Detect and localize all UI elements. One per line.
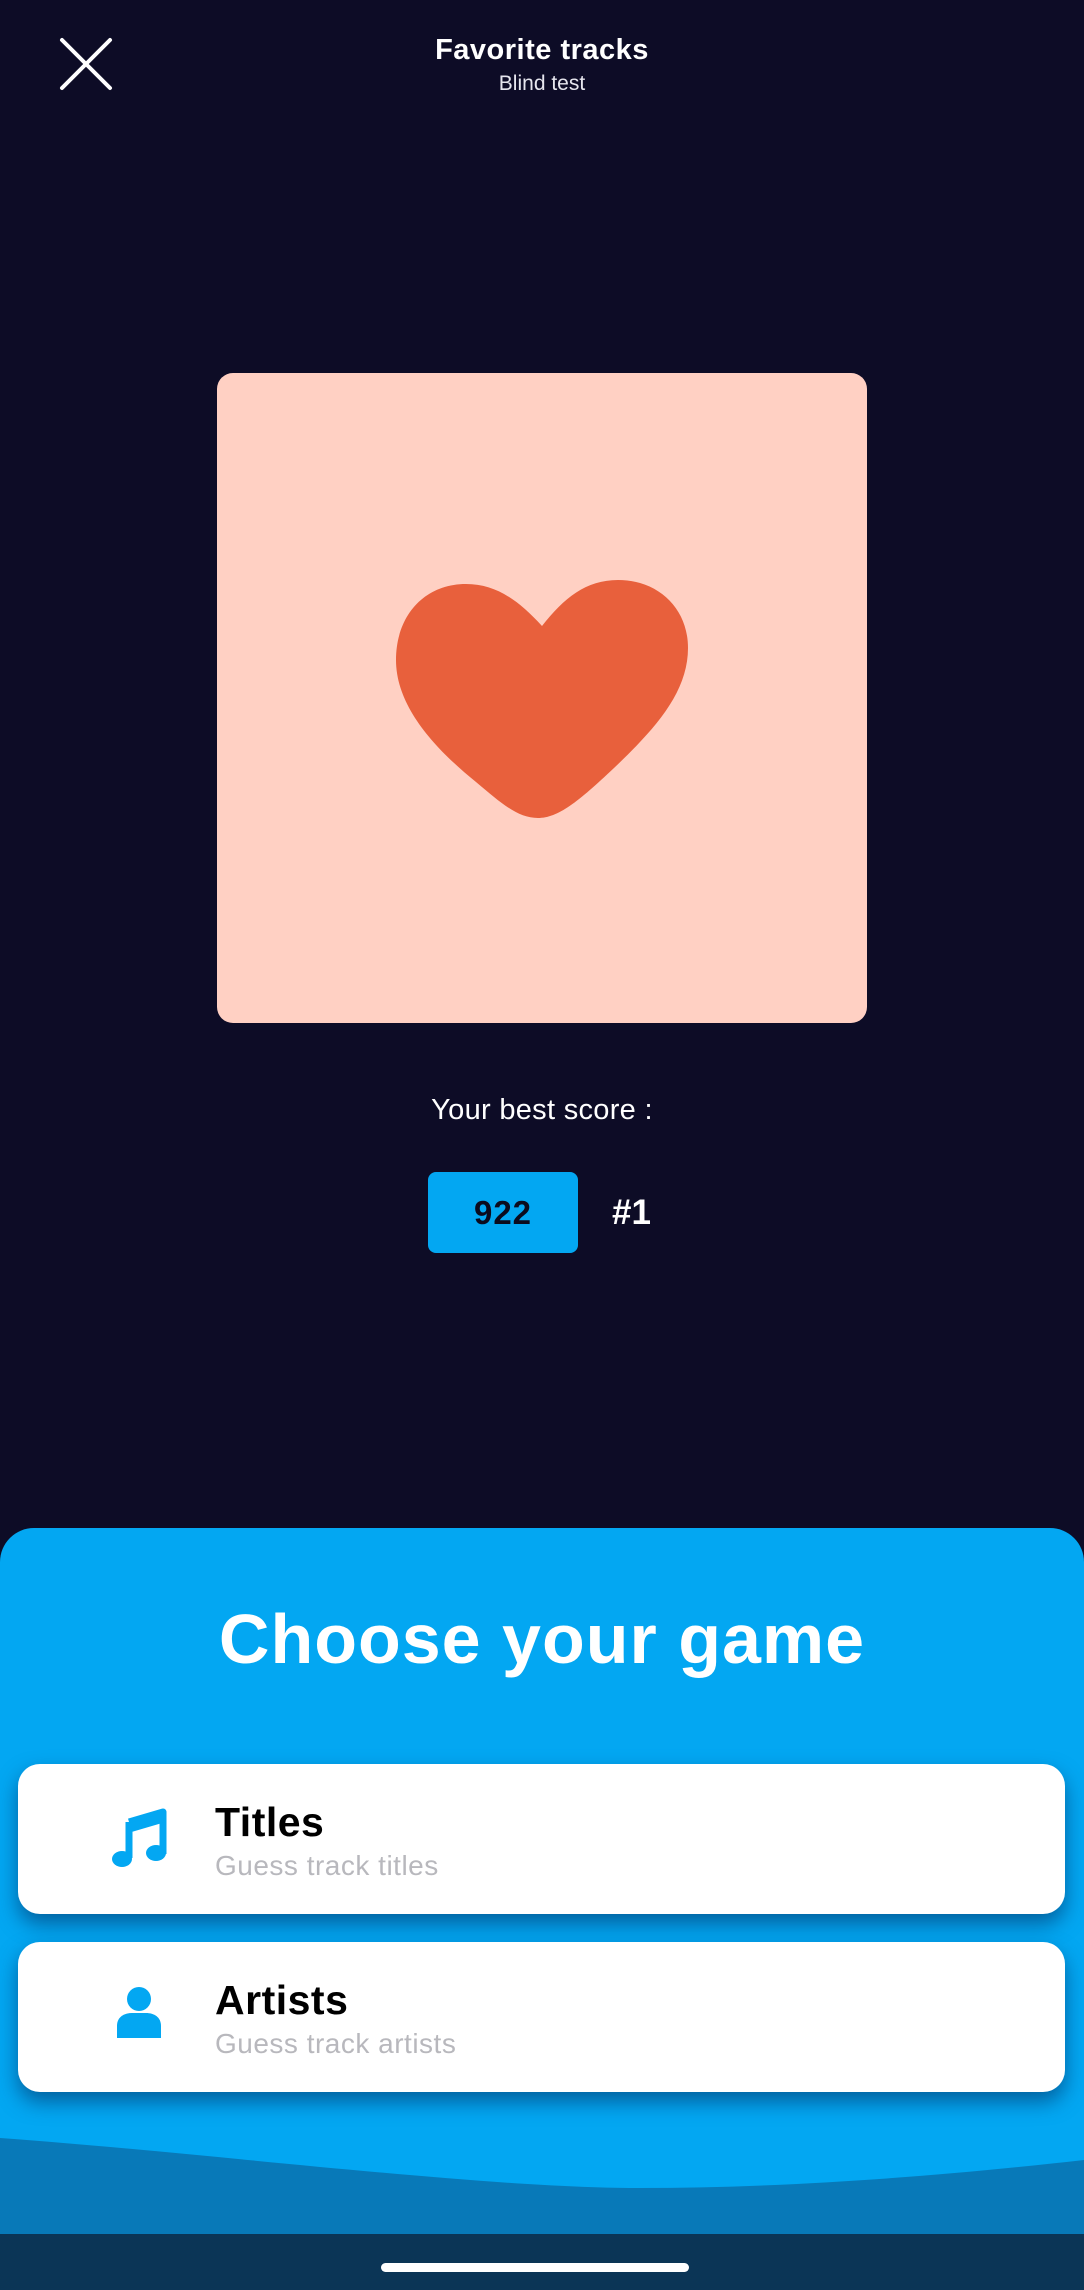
person-icon	[96, 1986, 182, 2050]
artists-option-description: Guess track artists	[215, 2028, 457, 2059]
page-title: Favorite tracks	[435, 34, 649, 66]
blind-test-screen: Favorite tracks Blind test Your best sco…	[0, 0, 1084, 2290]
home-indicator[interactable]	[381, 2263, 689, 2272]
titles-option-description: Guess track titles	[215, 1850, 439, 1881]
game-picker-title: Choose your game	[218, 1600, 866, 1678]
game-picker-sheet: Choose your game Titles Guess track titl…	[0, 1528, 1084, 2234]
rank-label: #1	[612, 1193, 651, 1232]
artists-game-option[interactable]: Artists Guess track artists	[18, 1942, 1065, 2092]
heart-icon	[396, 580, 688, 818]
decorative-wave	[0, 2138, 1084, 2234]
score-badge: 922	[428, 1172, 578, 1253]
best-score-label: Your best score :	[431, 1094, 653, 1126]
page-subtitle: Blind test	[498, 72, 586, 95]
titles-option-label: Titles	[215, 1799, 325, 1845]
titles-game-option[interactable]: Titles Guess track titles	[18, 1764, 1065, 1914]
header: Favorite tracks Blind test	[0, 30, 1084, 98]
artists-option-label: Artists	[215, 1977, 349, 2023]
music-note-icon	[96, 1808, 182, 1872]
playlist-cover	[217, 373, 867, 1023]
system-nav-bar	[0, 2234, 1084, 2290]
